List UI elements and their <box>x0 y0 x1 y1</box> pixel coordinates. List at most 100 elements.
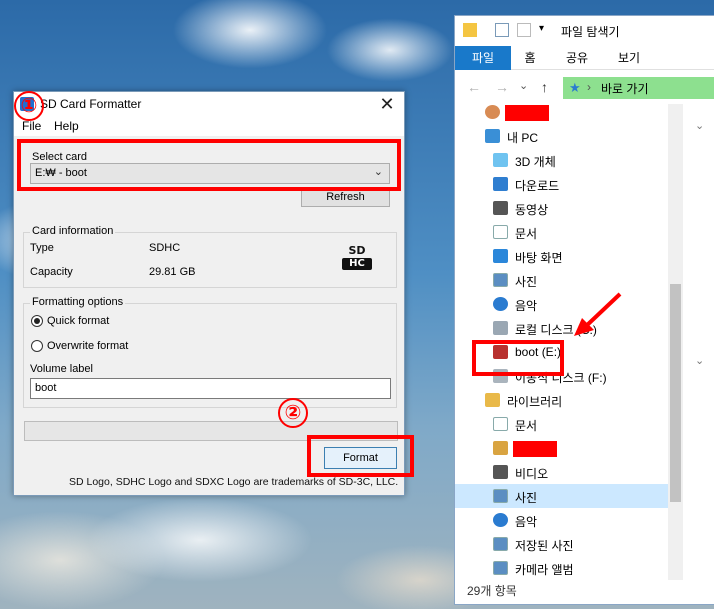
volume-label-input[interactable]: boot <box>30 378 391 399</box>
chevron-down-icon[interactable]: ⌄ <box>695 119 704 132</box>
tree-item-label: 문서 <box>515 227 538 241</box>
step-1-marker: ① <box>14 91 44 121</box>
sdhc-logo-top: SD <box>348 244 366 257</box>
type-value: SDHC <box>149 242 181 254</box>
document-icon <box>493 225 508 239</box>
tree-item[interactable]: 음악 <box>455 508 683 532</box>
card-information-label: Card information <box>30 225 116 237</box>
tree-item[interactable]: 비디오 <box>455 460 683 484</box>
formatting-options-label: Formatting options <box>30 296 126 308</box>
menu-help[interactable]: Help <box>54 119 79 133</box>
window-title: SD Card Formatter <box>40 97 142 111</box>
redacted-label <box>505 105 549 121</box>
menu-bar: File Help <box>14 116 404 136</box>
volume-label-caption: Volume label <box>30 363 93 375</box>
address-text: 바로 가기 <box>601 82 649 96</box>
tree-item[interactable]: 바탕 화면 <box>455 244 683 268</box>
red-arrow-icon <box>574 292 622 336</box>
tree-item[interactable]: 문서 <box>455 220 683 244</box>
tree-item[interactable]: 사진 <box>455 484 683 508</box>
tree-item[interactable] <box>455 100 683 124</box>
tree-item-label: 음악 <box>515 515 538 529</box>
tab-home[interactable]: 홈 <box>517 46 543 70</box>
explorer-title: 파일 탐색기 <box>561 25 620 39</box>
tab-file[interactable]: 파일 <box>455 46 511 70</box>
music-icon <box>493 513 508 527</box>
disk-icon <box>493 321 508 335</box>
video-icon <box>493 201 508 215</box>
tree-item-label: 사진 <box>515 275 538 289</box>
back-button[interactable]: ← <box>467 79 481 95</box>
video-icon <box>493 465 508 479</box>
tree-item-label: 다운로드 <box>515 179 560 193</box>
tree-item-label: 저장된 사진 <box>515 539 574 553</box>
music-icon <box>493 297 508 311</box>
capacity-label: Capacity <box>30 266 73 278</box>
tree-item[interactable]: 카메라 앨범 <box>455 556 683 580</box>
chevron-right-icon: › <box>587 80 591 94</box>
desktop-icon <box>493 249 508 263</box>
title-bar: SD Card Formatter ✕ <box>14 92 404 116</box>
document-icon <box>493 417 508 431</box>
status-item-count: 29개 항목 <box>467 584 517 598</box>
properties-icon[interactable] <box>495 23 509 37</box>
picture-icon <box>493 489 508 503</box>
tree-item[interactable]: 동영상 <box>455 196 683 220</box>
tree-item[interactable] <box>455 436 683 460</box>
tree-item[interactable]: 라이브러리 <box>455 388 683 412</box>
sdhc-logo: SD HC <box>336 244 378 272</box>
menu-file[interactable]: File <box>22 119 41 133</box>
capacity-value: 29.81 GB <box>149 266 196 278</box>
forward-button[interactable]: → <box>495 79 509 95</box>
close-button[interactable]: ✕ <box>376 93 398 115</box>
up-button[interactable]: ↑ <box>541 79 548 95</box>
quick-access-dropdown-icon[interactable]: ▾ <box>539 23 553 37</box>
address-bar[interactable]: ★ › 바로 가기 <box>563 77 714 99</box>
overwrite-format-radio[interactable] <box>31 340 43 352</box>
download-icon <box>493 177 508 191</box>
quick-format-label: Quick format <box>47 315 110 327</box>
tree-item[interactable]: 내 PC <box>455 124 683 148</box>
tab-view[interactable]: 보기 <box>611 46 647 70</box>
quick-format-option[interactable]: Quick format <box>31 315 109 327</box>
scrollbar-thumb[interactable] <box>670 284 681 502</box>
tree-item-label: 사진 <box>515 491 538 505</box>
tree-item[interactable]: 문서 <box>455 412 683 436</box>
user-icon <box>485 105 500 119</box>
highlight-boot-drive <box>472 340 564 376</box>
library-icon <box>485 393 500 407</box>
overwrite-format-label: Overwrite format <box>47 340 129 352</box>
sdhc-logo-bottom: HC <box>342 258 372 270</box>
explorer-title-bar: ▾ 파일 탐색기 <box>455 16 714 44</box>
pc-icon <box>485 129 500 143</box>
chevron-down-icon[interactable]: ⌄ <box>695 354 704 367</box>
shield-icon <box>493 441 508 455</box>
picture-icon <box>493 273 508 287</box>
tree-item-label: 문서 <box>515 419 538 433</box>
tree-item[interactable]: 3D 개체 <box>455 148 683 172</box>
redacted-label <box>513 441 557 457</box>
vertical-scrollbar[interactable] <box>668 104 683 580</box>
tree-item-label: 음악 <box>515 299 538 313</box>
tree-item[interactable]: 다운로드 <box>455 172 683 196</box>
picture-icon <box>493 561 508 575</box>
ribbon-tabs: 파일 홈 공유 보기 <box>455 46 714 70</box>
tree-item-label: 동영상 <box>515 203 549 217</box>
navigation-bar: ← → ⌄ ↑ ★ › 바로 가기 <box>455 74 714 102</box>
cube-icon <box>493 153 508 167</box>
recent-locations-button[interactable]: ⌄ <box>519 79 528 92</box>
type-label: Type <box>30 242 54 254</box>
tree-item[interactable]: 사진 <box>455 268 683 292</box>
folder-icon <box>463 23 477 37</box>
overwrite-format-option[interactable]: Overwrite format <box>31 340 128 352</box>
tab-share[interactable]: 공유 <box>559 46 595 70</box>
tree-item[interactable]: 저장된 사진 <box>455 532 683 556</box>
new-folder-icon[interactable] <box>517 23 531 37</box>
highlight-format-button <box>307 435 414 477</box>
tree-item-label: 3D 개체 <box>515 155 556 169</box>
highlight-select-card <box>17 139 401 191</box>
star-icon: ★ <box>569 80 581 95</box>
quick-format-radio[interactable] <box>31 315 43 327</box>
tree-item-label: 라이브러리 <box>507 395 563 409</box>
tree-item-label: 바탕 화면 <box>515 251 563 265</box>
